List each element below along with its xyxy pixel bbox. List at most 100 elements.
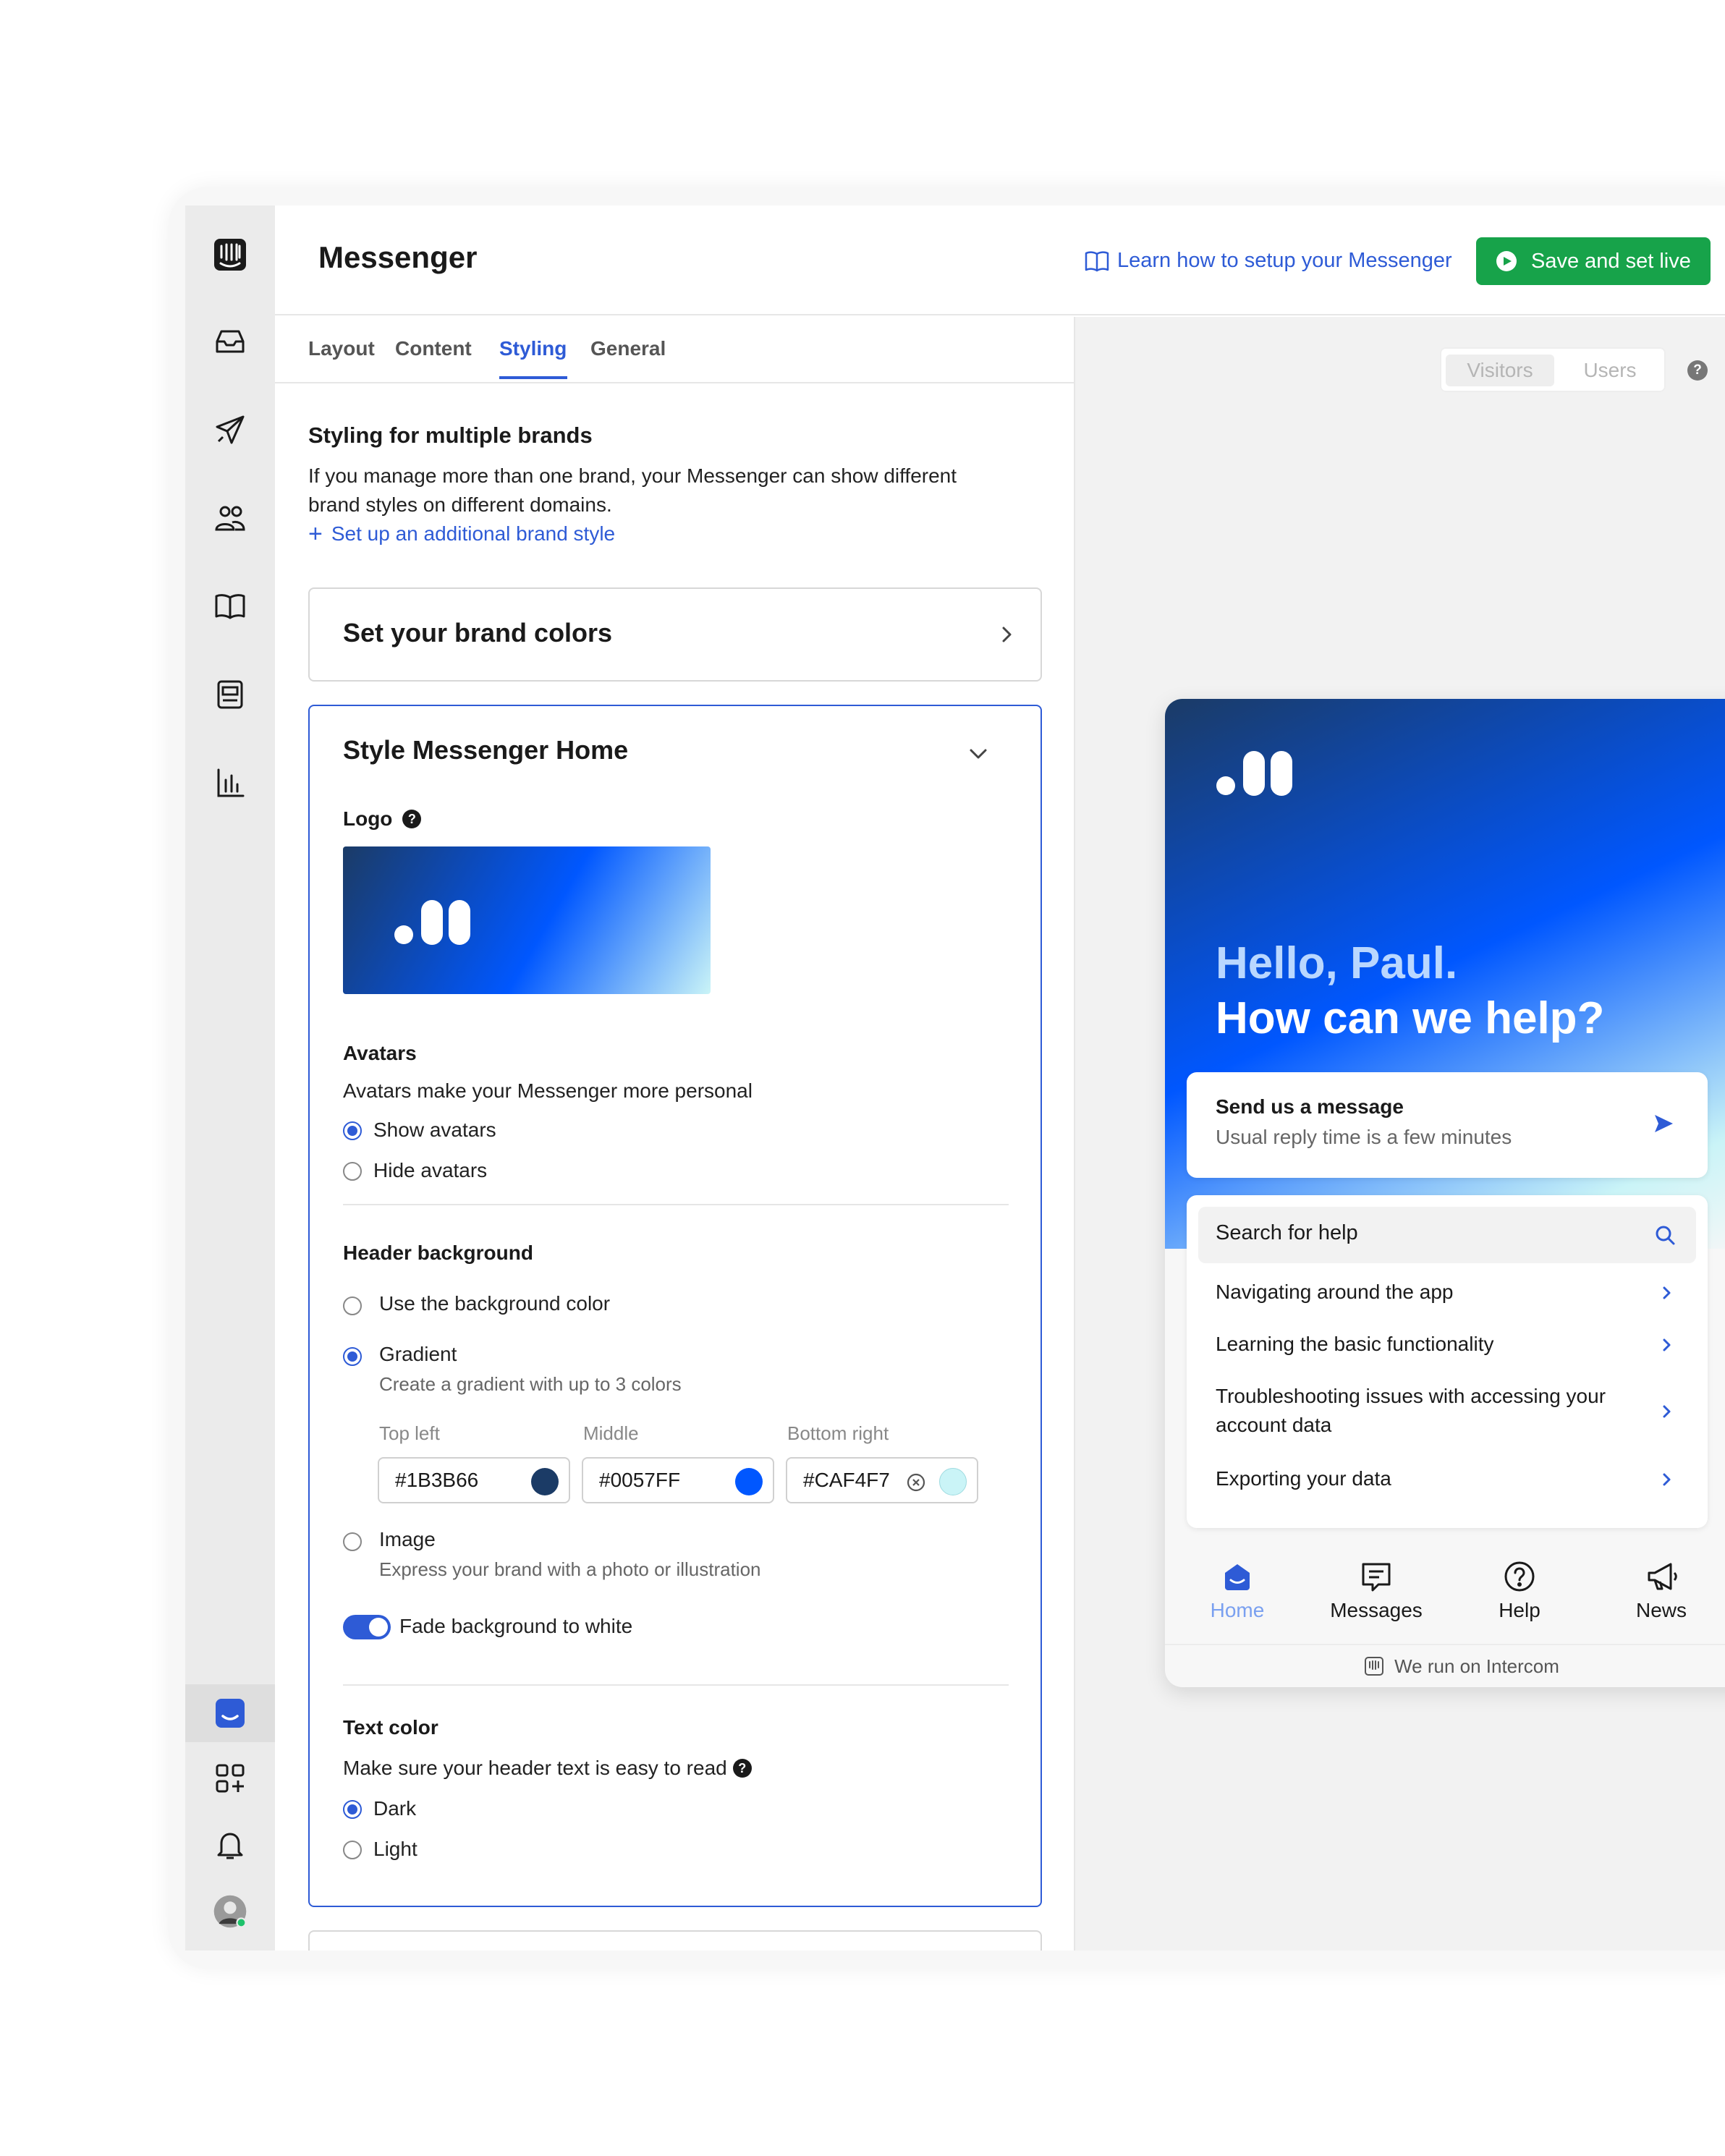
next-settings-card[interactable] bbox=[308, 1930, 1042, 1951]
reports-doc-icon[interactable] bbox=[210, 674, 250, 715]
hide-avatars-radio[interactable] bbox=[343, 1162, 362, 1181]
image-hint: Express your brand with a photo or illus… bbox=[379, 1558, 761, 1580]
contacts-icon[interactable] bbox=[210, 498, 250, 538]
tab-general[interactable]: General bbox=[590, 337, 666, 360]
light-text-radio[interactable] bbox=[343, 1841, 362, 1859]
help-search-input[interactable]: Search for help bbox=[1198, 1207, 1696, 1263]
chevron-down-icon[interactable] bbox=[967, 742, 990, 765]
show-avatars-radio[interactable] bbox=[343, 1121, 362, 1140]
play-circle-icon bbox=[1496, 251, 1517, 271]
app-window: Messenger Learn how to setup your Messen… bbox=[185, 205, 1725, 1951]
greeting: Hello, Paul. How can we help? bbox=[1216, 936, 1604, 1046]
top-left-color-swatch[interactable] bbox=[531, 1468, 559, 1495]
show-avatars-label[interactable]: Show avatars bbox=[373, 1119, 496, 1142]
sidebar-nav bbox=[185, 205, 275, 1951]
middle-color-input[interactable]: #0057FF bbox=[582, 1457, 774, 1503]
avatars-description: Avatars make your Messenger more persona… bbox=[343, 1079, 753, 1102]
help-search-card: Search for help Navigating around the ap… bbox=[1187, 1195, 1708, 1528]
dark-text-radio[interactable] bbox=[343, 1800, 362, 1819]
multi-brand-description-1: If you manage more than one brand, your … bbox=[308, 464, 957, 487]
fade-background-toggle[interactable] bbox=[343, 1615, 391, 1639]
messenger-icon[interactable] bbox=[210, 1693, 250, 1733]
tab-content[interactable]: Content bbox=[395, 337, 472, 360]
messenger-nav-news[interactable]: News bbox=[1589, 1558, 1725, 1622]
brand-colors-card[interactable]: Set your brand colors bbox=[308, 587, 1042, 682]
messenger-nav-messages[interactable]: Messages bbox=[1304, 1558, 1449, 1622]
audience-segment-control: Visitors Users bbox=[1440, 347, 1666, 392]
text-color-description: Make sure your header text is easy to re… bbox=[343, 1757, 727, 1779]
messenger-nav-help[interactable]: Help bbox=[1447, 1558, 1592, 1622]
inbox-icon[interactable] bbox=[210, 321, 250, 362]
greeting-line-1: Hello, Paul. bbox=[1216, 938, 1458, 988]
outbound-send-icon[interactable] bbox=[210, 409, 250, 450]
segment-visitors[interactable]: Visitors bbox=[1446, 355, 1554, 386]
user-avatar[interactable] bbox=[210, 1891, 250, 1932]
analytics-chart-icon[interactable] bbox=[210, 763, 250, 803]
middle-color-value: #0057FF bbox=[599, 1469, 681, 1491]
avatars-title: Avatars bbox=[343, 1042, 417, 1064]
messenger-nav-home[interactable]: Home bbox=[1165, 1558, 1310, 1622]
settings-panel: Layout Content Styling General Styling f… bbox=[275, 317, 1075, 1951]
middle-color-swatch[interactable] bbox=[735, 1468, 763, 1495]
top-left-label: Top left bbox=[379, 1422, 440, 1444]
help-question-icon[interactable]: ? bbox=[402, 810, 422, 828]
active-tab-indicator bbox=[499, 376, 567, 379]
learn-link-label: Learn how to setup your Messenger bbox=[1117, 249, 1452, 272]
use-background-color-label[interactable]: Use the background color bbox=[379, 1292, 610, 1315]
multi-brand-description-2: brand styles on different domains. bbox=[308, 493, 612, 516]
hide-avatars-label[interactable]: Hide avatars bbox=[373, 1159, 487, 1182]
save-and-set-live-button[interactable]: Save and set live bbox=[1476, 237, 1711, 285]
style-home-card: Style Messenger Home Logo ? Avatars Avat… bbox=[308, 705, 1042, 1907]
help-question-icon[interactable]: ? bbox=[732, 1759, 752, 1778]
greeting-line-2: How can we help? bbox=[1216, 993, 1605, 1043]
book-icon bbox=[1085, 250, 1109, 271]
settings-tabs: Layout Content Styling General bbox=[275, 317, 1074, 383]
logo-preview[interactable] bbox=[343, 846, 711, 994]
tab-layout[interactable]: Layout bbox=[308, 337, 375, 360]
help-circle-icon bbox=[1504, 1561, 1535, 1592]
bottom-right-color-input[interactable]: #CAF4F7 bbox=[786, 1457, 978, 1503]
top-bar: Messenger Learn how to setup your Messen… bbox=[275, 205, 1725, 315]
notifications-bell-icon[interactable] bbox=[210, 1825, 250, 1865]
page-title: Messenger bbox=[318, 240, 478, 274]
send-message-card[interactable]: Send us a message Usual reply time is a … bbox=[1187, 1072, 1708, 1178]
help-label: Help bbox=[1499, 1599, 1540, 1621]
brand-logo-icon bbox=[394, 900, 470, 945]
article-item[interactable]: Troubleshooting issues with accessing yo… bbox=[1216, 1382, 1650, 1440]
gradient-label[interactable]: Gradient bbox=[379, 1343, 457, 1366]
messages-label: Messages bbox=[1330, 1599, 1423, 1621]
use-background-color-radio[interactable] bbox=[343, 1296, 362, 1315]
article-item[interactable]: Exporting your data bbox=[1216, 1464, 1664, 1493]
chevron-right-icon bbox=[1663, 1338, 1671, 1351]
dark-text-label[interactable]: Dark bbox=[373, 1797, 416, 1820]
clear-circle-icon[interactable] bbox=[906, 1472, 926, 1493]
apps-grid-icon[interactable] bbox=[210, 1758, 250, 1799]
bottom-right-color-value: #CAF4F7 bbox=[803, 1469, 890, 1491]
knowledge-book-icon[interactable] bbox=[210, 586, 250, 627]
learn-setup-link[interactable]: Learn how to setup your Messenger bbox=[1084, 249, 1452, 273]
light-text-label[interactable]: Light bbox=[373, 1838, 418, 1861]
top-left-color-value: #1B3B66 bbox=[395, 1469, 479, 1491]
header-background-title: Header background bbox=[343, 1242, 533, 1264]
bottom-right-label: Bottom right bbox=[787, 1422, 889, 1444]
intercom-logo-icon[interactable] bbox=[210, 234, 250, 275]
text-color-title: Text color bbox=[343, 1716, 438, 1739]
search-icon bbox=[1656, 1226, 1675, 1245]
home-icon bbox=[1225, 1564, 1250, 1590]
segment-users[interactable]: Users bbox=[1557, 355, 1663, 386]
logo-label-row: Logo ? bbox=[343, 807, 422, 831]
article-item[interactable]: Navigating around the app bbox=[1216, 1278, 1664, 1307]
article-item[interactable]: Learning the basic functionality bbox=[1216, 1330, 1664, 1359]
image-radio[interactable] bbox=[343, 1532, 362, 1551]
help-question-icon[interactable]: ? bbox=[1687, 360, 1708, 381]
add-brand-style-link[interactable]: + Set up an additional brand style bbox=[308, 522, 615, 546]
top-left-color-input[interactable]: #1B3B66 bbox=[378, 1457, 570, 1503]
gradient-radio[interactable] bbox=[343, 1347, 362, 1366]
bottom-right-color-swatch[interactable] bbox=[939, 1468, 967, 1495]
chevron-right-icon bbox=[1663, 1473, 1671, 1486]
home-label: Home bbox=[1210, 1599, 1265, 1621]
search-placeholder: Search for help bbox=[1216, 1221, 1358, 1244]
main-content: Messenger Learn how to setup your Messen… bbox=[275, 205, 1725, 1951]
tab-styling[interactable]: Styling bbox=[499, 337, 567, 360]
image-label[interactable]: Image bbox=[379, 1528, 436, 1551]
